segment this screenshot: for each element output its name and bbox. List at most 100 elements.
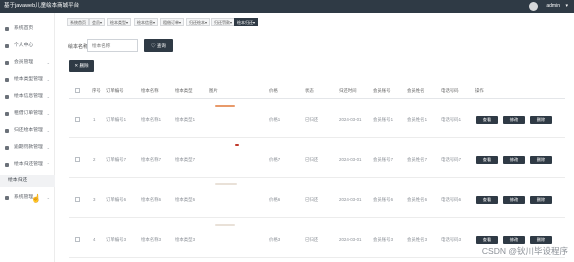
column-header: 会员姓名: [407, 88, 425, 93]
member-account: 会员账号1: [373, 117, 394, 122]
tab-book-types[interactable]: 绘本类型▾: [107, 18, 132, 26]
phone-number: 电话号码6: [441, 197, 462, 202]
book-cover-image: [235, 144, 239, 146]
sidebar-item-book-types[interactable]: 绘本类型管理 ⌄: [0, 72, 55, 88]
query-button[interactable]: ♡ 查询: [144, 39, 173, 52]
view-button[interactable]: 查看: [476, 156, 498, 164]
view-button[interactable]: 查看: [476, 196, 498, 204]
top-bar: 基于javaweb儿童绘本商城平台 admin ▾: [0, 0, 574, 13]
chevron-down-icon: ⌄: [46, 77, 50, 82]
status: 已归还: [305, 197, 319, 202]
tab-book-info[interactable]: 绘本信息▾: [134, 18, 159, 26]
view-button[interactable]: 查看: [476, 116, 498, 124]
row-checkbox[interactable]: [75, 157, 80, 162]
order-number: 订单编号6: [106, 197, 127, 202]
bulk-delete-button[interactable]: ✕ 删除: [69, 60, 94, 72]
sidebar-item-label: 系统首页: [14, 26, 34, 31]
tab-home[interactable]: 系统首页: [67, 18, 89, 26]
chevron-up-icon: ⌃: [46, 162, 50, 167]
member-name: 会员姓名7: [407, 157, 428, 162]
column-header: 归还时间: [339, 88, 357, 93]
search-label: 绘本名称: [68, 44, 89, 50]
row-checkbox[interactable]: [75, 197, 80, 202]
book-name: 绘本名称3: [141, 237, 162, 242]
send-icon: [5, 163, 9, 167]
watermark-text: CSDN @钬川毕设程序: [481, 246, 568, 256]
status: 已归还: [305, 157, 319, 162]
price: 价格3: [269, 237, 281, 242]
tab-fines[interactable]: 归还罚款▾: [211, 18, 236, 26]
return-time: 2024-03-01: [339, 117, 362, 122]
chevron-down-icon: ⌄: [46, 128, 50, 133]
delete-button[interactable]: 删除: [530, 196, 552, 204]
sidebar-item-profile[interactable]: 个人中心: [0, 38, 55, 54]
price: 价格7: [269, 157, 281, 162]
view-button[interactable]: 查看: [476, 236, 498, 244]
tab-book-return[interactable]: 绘本归还▾: [234, 18, 259, 26]
member-name: 会员姓名1: [407, 117, 428, 122]
sidebar-item-book-return[interactable]: 绘本归还管理 ⌃: [0, 157, 55, 173]
sidebar-item-label: 绘本类型管理: [14, 77, 43, 82]
edit-button[interactable]: 修改: [503, 156, 525, 164]
sidebar-item-home[interactable]: 系统首页: [0, 21, 55, 37]
column-header: 序号: [92, 88, 101, 93]
column-header: 订单编号: [106, 88, 124, 93]
tab-returns[interactable]: 归还绘本▾: [186, 18, 211, 26]
sidebar-item-members[interactable]: 会员管理 ⌄: [0, 55, 55, 71]
book-name: 绘本名称6: [141, 197, 162, 202]
delete-button[interactable]: 删除: [530, 156, 552, 164]
status: 已归还: [305, 237, 319, 242]
table-header: 序号 订单编号 绘本名称 绘本类型 图片 价格 状态 归还时间 会员账号 会员姓…: [69, 83, 565, 99]
order-number: 订单编号3: [106, 237, 127, 242]
sidebar-item-book-info[interactable]: 绘本信息管理 ⌄: [0, 89, 55, 105]
column-header: 状态: [305, 88, 314, 93]
sidebar-item-returns[interactable]: 归还绘本管理 ⌄: [0, 123, 55, 139]
order-number: 订单编号1: [106, 117, 127, 122]
sidebar-subitem-book-return[interactable]: 绘本归还: [0, 175, 55, 187]
delete-button[interactable]: 删除: [530, 116, 552, 124]
grid-icon: [5, 61, 9, 65]
column-header: 会员账号: [373, 88, 391, 93]
table-row: 2 订单编号7 绘本名称7 绘本类型7 价格7 已归还 2024-03-01 会…: [69, 141, 565, 178]
tab-members[interactable]: 会员▾: [89, 18, 106, 26]
avatar[interactable]: [529, 2, 538, 11]
search-input[interactable]: [87, 39, 138, 52]
tab-rental-orders[interactable]: 租借订单▾: [160, 18, 185, 26]
member-name: 会员姓名6: [407, 197, 428, 202]
user-icon: [5, 44, 9, 48]
app-title: 基于javaweb儿童绘本商城平台: [4, 3, 80, 9]
admin-name[interactable]: admin: [546, 3, 560, 10]
row-checkbox[interactable]: [75, 117, 80, 122]
chevron-down-icon[interactable]: ▾: [565, 3, 568, 10]
book-name: 绘本名称7: [141, 157, 162, 162]
edit-button[interactable]: 修改: [503, 236, 525, 244]
select-all-checkbox[interactable]: [75, 88, 80, 93]
grid-icon: [5, 112, 9, 116]
data-table: 序号 订单编号 绘本名称 绘本类型 图片 价格 状态 归还时间 会员账号 会员姓…: [69, 83, 565, 262]
column-header: 价格: [269, 88, 278, 93]
chevron-down-icon: ⌄: [46, 94, 50, 99]
grid-icon: [5, 78, 9, 82]
sidebar-item-rental-orders[interactable]: 租借订单管理 ⌄: [0, 106, 55, 122]
edit-button[interactable]: 修改: [503, 196, 525, 204]
grid-icon: [5, 196, 9, 200]
book-type: 绘本类型7: [175, 157, 196, 162]
sidebar-item-label: 个人中心: [14, 43, 34, 48]
sidebar-item-label: 会员管理: [14, 60, 34, 65]
phone-number: 电话号码1: [441, 117, 462, 122]
delete-button[interactable]: 删除: [530, 236, 552, 244]
sidebar-item-fines[interactable]: 逾期罚款管理 ⌄: [0, 140, 55, 156]
grid-icon: [5, 95, 9, 99]
sidebar-item-system[interactable]: 系统管理 ⌄: [0, 190, 55, 206]
sidebar: 系统首页 个人中心 会员管理 ⌄ 绘本类型管理 ⌄ 绘本信息管理 ⌄ 租借订单管…: [0, 13, 55, 262]
book-name: 绘本名称1: [141, 117, 162, 122]
row-index: 1: [93, 117, 96, 122]
row-checkbox[interactable]: [75, 237, 80, 242]
price: 价格6: [269, 197, 281, 202]
book-cover-image: [215, 183, 237, 185]
member-name: 会员姓名3: [407, 237, 428, 242]
edit-button[interactable]: 修改: [503, 116, 525, 124]
chevron-down-icon: ⌄: [46, 111, 50, 116]
grid-icon: [5, 129, 9, 133]
phone-number: 电话号码7: [441, 157, 462, 162]
